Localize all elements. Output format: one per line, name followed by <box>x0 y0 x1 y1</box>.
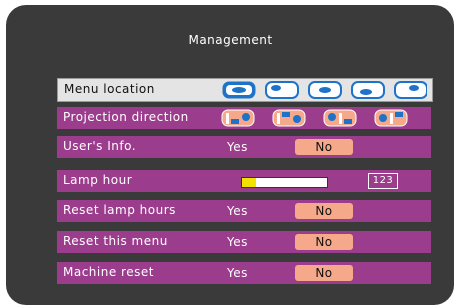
lamp-hour-label: Lamp hour <box>63 173 133 187</box>
projection-direction-label: Projection direction <box>63 110 189 124</box>
reset-this-menu-yes[interactable]: Yes <box>227 235 248 249</box>
rear-ceiling-icon[interactable] <box>374 109 408 127</box>
front-desktop-icon[interactable] <box>221 109 255 127</box>
users-info-yes[interactable]: Yes <box>227 140 248 154</box>
location-center-icon[interactable] <box>222 81 256 99</box>
lamp-hour-bar-fill <box>242 178 257 187</box>
front-ceiling-icon[interactable] <box>272 109 306 127</box>
lamp-hour-bar <box>241 177 328 188</box>
menu-location-label: Menu location <box>64 82 155 96</box>
users-info-label: User's Info. <box>63 139 137 153</box>
reset-this-menu-no-button[interactable]: No <box>295 234 353 250</box>
location-icons <box>222 81 427 99</box>
users-info-row[interactable]: User's Info. Yes No <box>57 136 431 158</box>
reset-lamp-hours-no-button[interactable]: No <box>295 203 353 219</box>
users-info-no-button[interactable]: No <box>295 139 353 155</box>
reset-this-menu-row[interactable]: Reset this menu Yes No <box>57 231 431 253</box>
reset-lamp-hours-label: Reset lamp hours <box>63 203 176 217</box>
menu-title: Management <box>188 33 273 47</box>
reset-lamp-hours-row[interactable]: Reset lamp hours Yes No <box>57 200 431 222</box>
reset-lamp-hours-yes[interactable]: Yes <box>227 204 248 218</box>
projection-direction-row[interactable]: Projection direction <box>57 107 431 129</box>
location-top-right-icon[interactable] <box>308 81 342 99</box>
rear-desktop-icon[interactable] <box>323 109 357 127</box>
location-bottom-left-icon[interactable] <box>351 81 385 99</box>
machine-reset-no-button[interactable]: No <box>295 265 353 281</box>
lamp-hour-row: Lamp hour 123 <box>57 170 431 192</box>
machine-reset-yes[interactable]: Yes <box>227 266 248 280</box>
machine-reset-label: Machine reset <box>63 265 154 279</box>
menu-location-row[interactable]: Menu location <box>57 78 433 102</box>
projection-icons <box>221 109 408 127</box>
lamp-hour-value: 123 <box>368 173 398 189</box>
machine-reset-row[interactable]: Machine reset Yes No <box>57 262 431 284</box>
location-bottom-right-icon[interactable] <box>394 81 427 99</box>
reset-this-menu-label: Reset this menu <box>63 234 168 248</box>
location-top-left-icon[interactable] <box>265 81 299 99</box>
